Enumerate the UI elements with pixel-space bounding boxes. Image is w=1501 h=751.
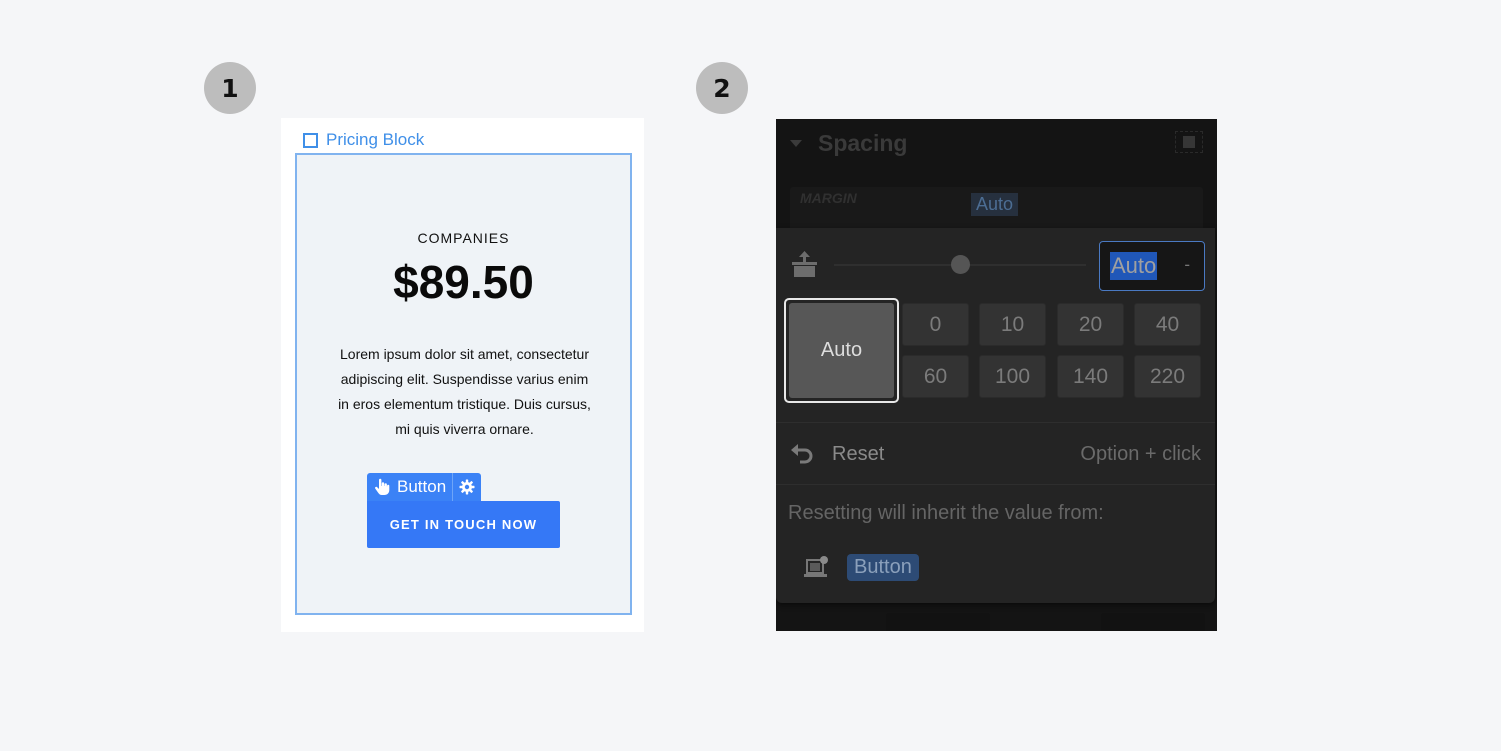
auto-preset-label: Auto	[789, 303, 894, 398]
spacing-panel: Spacing MARGIN Auto Auto - Auto 0 10 20	[776, 119, 1217, 631]
button-tag-text: Button	[397, 477, 447, 496]
element-label[interactable]: Pricing Block	[303, 130, 424, 150]
input-selected-text: Auto	[1110, 252, 1158, 280]
button-element-tag[interactable]: Button	[367, 473, 482, 501]
inherit-source: Button	[804, 554, 919, 581]
plan-description: Lorem ipsum dolor sit amet, consectetur …	[338, 346, 591, 437]
box-model-icon[interactable]	[1175, 131, 1203, 153]
margin-label: MARGIN	[800, 190, 857, 206]
preset-button[interactable]: 40	[1134, 303, 1201, 346]
margin-value-popover: Auto - Auto 0 10 20 40 60 100 140 220 Re…	[776, 228, 1215, 603]
undo-icon	[791, 444, 813, 464]
divider	[776, 484, 1215, 485]
get-in-touch-button[interactable]: GET IN TOUCH NOW	[367, 501, 560, 548]
unit-selector[interactable]: -	[1184, 255, 1190, 275]
hand-pointer-icon	[375, 478, 390, 495]
preset-button[interactable]: 0	[902, 303, 969, 346]
canvas-preview: Pricing Block COMPANIES $89.50 Lorem ips…	[281, 118, 644, 632]
margin-top-icon	[792, 251, 817, 277]
laptop-breakpoint-icon	[804, 555, 828, 577]
preset-button[interactable]: 10	[979, 303, 1046, 346]
background-control	[1101, 613, 1205, 631]
gear-icon	[459, 479, 475, 495]
step-badge-1: 1	[204, 62, 256, 114]
margin-top-value[interactable]: Auto	[971, 193, 1019, 216]
value-slider-thumb[interactable]	[950, 255, 970, 274]
preset-button[interactable]: 140	[1057, 355, 1124, 398]
preset-button[interactable]: 60	[902, 355, 969, 398]
inherit-description: Resetting will inherit the value from:	[788, 502, 1104, 524]
margin-value-input[interactable]: Auto -	[1099, 241, 1205, 291]
reset-shortcut: Option + click	[1080, 442, 1201, 465]
reset-label: Reset	[832, 442, 885, 465]
preset-button[interactable]: 20	[1057, 303, 1124, 346]
step-badge-2: 2	[696, 62, 748, 114]
divider	[776, 422, 1215, 423]
spacing-section-header[interactable]: Spacing	[776, 119, 1217, 167]
plan-name: COMPANIES	[417, 230, 510, 246]
slider-row: Auto -	[776, 228, 1215, 296]
reset-button[interactable]: Reset Option + click	[776, 424, 1215, 484]
element-label-text: Pricing Block	[326, 130, 425, 149]
button-tag-label[interactable]: Button	[367, 473, 452, 501]
inherit-source-badge[interactable]: Button	[847, 554, 919, 581]
preset-button[interactable]: 100	[979, 355, 1046, 398]
pricing-block[interactable]: COMPANIES $89.50 Lorem ipsum dolor sit a…	[295, 153, 632, 615]
background-control	[886, 613, 990, 631]
auto-preset-button[interactable]: Auto	[784, 298, 899, 403]
plan-price: $89.50	[393, 256, 534, 308]
element-settings-button[interactable]	[453, 473, 481, 501]
div-block-icon	[303, 132, 318, 148]
section-title: Spacing	[818, 129, 908, 156]
caret-down-icon	[790, 139, 802, 147]
preset-button[interactable]: 220	[1134, 355, 1201, 398]
